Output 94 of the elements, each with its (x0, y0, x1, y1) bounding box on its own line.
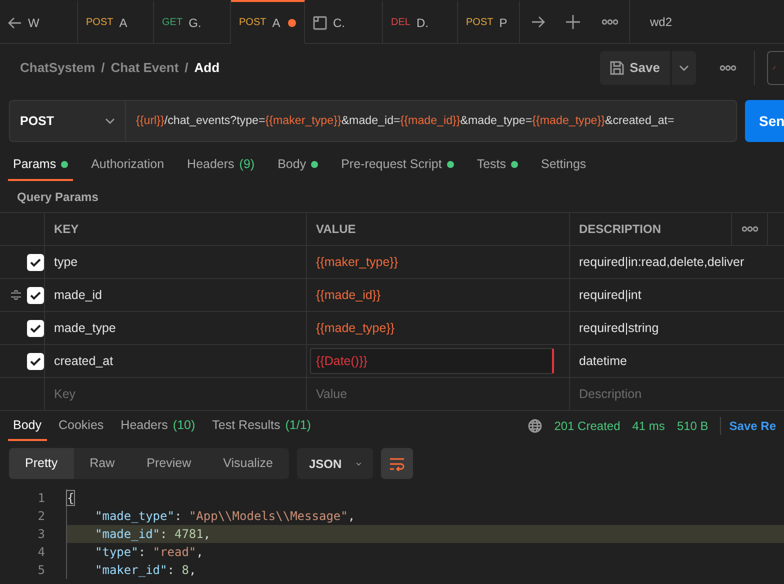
breadcrumb-current: Add (194, 59, 220, 78)
response-tab[interactable]: Body (8, 411, 46, 441)
tab-title: G. (188, 14, 202, 32)
table-cell: made_id (45, 279, 307, 312)
table-cell: datetime (570, 345, 784, 378)
format-text: JSON (308, 456, 342, 472)
checkbox[interactable] (27, 320, 44, 336)
more-icon[interactable] (602, 18, 618, 24)
save-response-link[interactable]: Save Re (720, 417, 776, 435)
request-option-tab[interactable]: Settings (536, 149, 592, 181)
table-cell-text: {{made_type}} (316, 320, 395, 337)
breadcrumb-separator: / (101, 59, 105, 78)
column-header: KEY (45, 213, 307, 246)
status-code: 201 Created (554, 418, 620, 435)
request-tab[interactable]: W (0, 0, 78, 43)
method-label: GET (162, 16, 183, 30)
response-tab[interactable]: Cookies (54, 411, 109, 441)
more-icon[interactable] (742, 226, 758, 232)
request-tab[interactable]: POST A (231, 0, 305, 44)
table-cell: type (45, 246, 307, 279)
request-option-tab[interactable]: Headers (9) (182, 149, 260, 181)
tab-title: A (119, 14, 128, 32)
wrap-lines-icon (388, 456, 405, 470)
request-tab[interactable]: POST A (78, 0, 154, 43)
method-label: POST (239, 16, 266, 30)
code-line: "type": "read", (66, 543, 784, 561)
plus-icon[interactable] (566, 14, 580, 28)
view-tab[interactable]: Raw (74, 448, 131, 479)
caret-icon (679, 65, 689, 71)
tab-title: D. (416, 14, 428, 32)
table-cell: required|string (570, 312, 784, 345)
line-number: 1 (36, 490, 45, 507)
response-tab[interactable]: Headers (10) (116, 411, 200, 441)
table-cell: made_type (45, 312, 307, 345)
column-header: VALUE (307, 213, 570, 246)
save-button[interactable]: Save (600, 51, 670, 85)
code-line: { (66, 489, 784, 507)
table-cell: created_at (45, 345, 307, 378)
drag-handle-icon[interactable] (10, 290, 22, 300)
line-number: 3 (36, 526, 45, 543)
table-cell: required|in:read,delete,deliver (570, 246, 784, 279)
response-tab[interactable]: Test Results (1/1) (207, 411, 316, 441)
format-dropdown[interactable]: JSON (296, 448, 373, 479)
tab-title: P (499, 14, 508, 32)
breadcrumb-item[interactable]: ChatSystem (20, 58, 96, 78)
code-line: "maker_id": 8, (66, 561, 784, 579)
request-tab[interactable]: POST P (458, 0, 520, 43)
checkmark-icon (30, 324, 41, 332)
request-option-tab[interactable]: Params (8, 149, 74, 181)
line-number: 2 (36, 508, 45, 525)
breadcrumb-item[interactable]: Chat Event (110, 58, 179, 78)
tab-title: A (272, 14, 280, 32)
unsaved-dot (288, 18, 296, 26)
line-number: 5 (36, 562, 45, 579)
response-time: 41 ms (632, 418, 665, 435)
back-arrow-icon (8, 16, 22, 28)
breadcrumb-separator: / (184, 59, 188, 78)
response-size: 510 B (676, 418, 708, 435)
line-number: 4 (36, 544, 45, 561)
table-cell-text: {{maker_type}} (316, 254, 398, 271)
checkbox[interactable] (27, 352, 44, 370)
arrow-icon[interactable] (530, 16, 544, 28)
checkmark-icon (30, 258, 41, 266)
request-tab[interactable]: DEL D. (383, 0, 458, 43)
section-title: Query Params (16, 189, 100, 206)
method-label: DEL (391, 16, 410, 30)
table-cell-text: {{made_id}} (316, 286, 381, 304)
checkmark-icon (30, 356, 41, 366)
method-label: POST (86, 16, 114, 30)
workspace-tab[interactable]: wd2 (630, 0, 680, 43)
method-label: POST (466, 16, 494, 30)
input-field[interactable]: {{Date()}} (310, 348, 554, 374)
request-option-tab[interactable]: Authorization (86, 149, 170, 181)
request-option-tab[interactable]: Body (272, 149, 324, 181)
wrap-lines-button[interactable] (380, 448, 413, 479)
checkbox[interactable] (27, 286, 44, 304)
tab-title: C. (333, 14, 345, 32)
document-icon (313, 16, 327, 30)
checkbox[interactable] (27, 254, 44, 270)
request-option-tab[interactable]: Tests (472, 149, 523, 181)
save-icon (610, 61, 624, 75)
checkmark-icon (30, 290, 41, 300)
view-tab[interactable]: Preview (130, 448, 208, 479)
column-header: DESCRIPTION (570, 213, 732, 246)
tab-title: W (28, 14, 40, 32)
view-tab[interactable]: Pretty (9, 448, 74, 479)
view-tab[interactable]: Visualize (207, 448, 289, 479)
request-option-tab[interactable]: Pre-request Script (336, 149, 459, 181)
more-icon[interactable] (720, 65, 736, 71)
send-button[interactable]: Sen (745, 100, 784, 142)
globe-icon (528, 419, 542, 433)
request-tab[interactable]: C. (305, 0, 383, 43)
caret-icon (356, 460, 361, 466)
table-cell: required|int (570, 279, 784, 312)
